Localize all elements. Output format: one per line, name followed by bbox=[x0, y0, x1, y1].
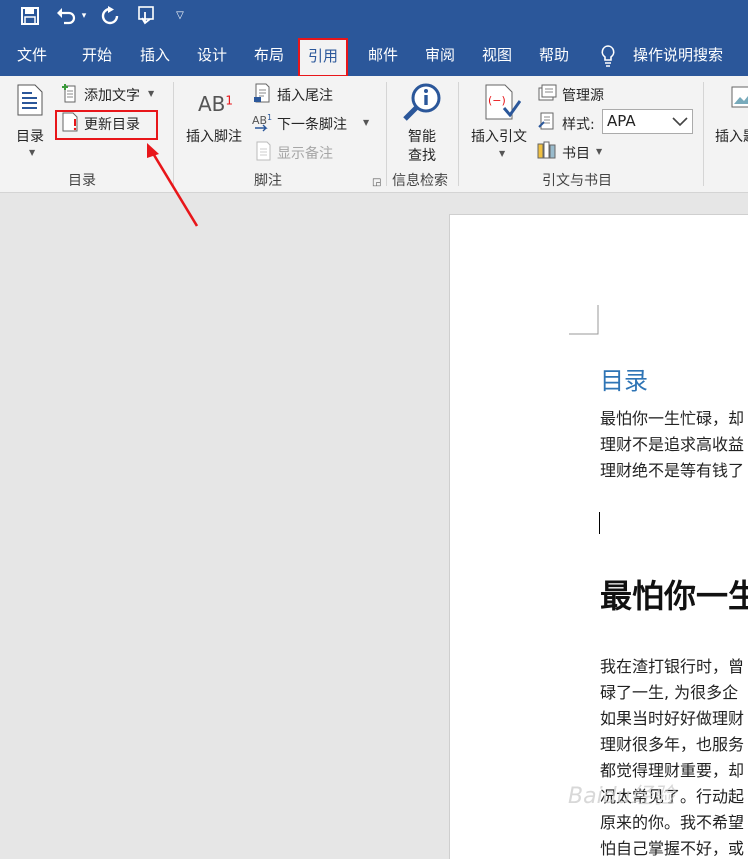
group-divider bbox=[386, 82, 387, 186]
insert-citation-icon[interactable]: (−) bbox=[485, 84, 522, 124]
tab-home[interactable]: 开始 bbox=[82, 34, 112, 76]
redo-icon[interactable] bbox=[99, 4, 121, 28]
chevron-down-icon bbox=[672, 117, 688, 127]
document-page[interactable]: 目录 最怕你一生忙碌，却 理财不是追求高收益 理财绝不是等有钱了 最怕你一生 我… bbox=[449, 214, 748, 859]
style-icon bbox=[538, 111, 558, 135]
undo-dropdown-icon[interactable]: ▾ bbox=[79, 4, 89, 28]
add-text-icon[interactable] bbox=[61, 83, 79, 107]
svg-text:(−): (−) bbox=[488, 94, 506, 107]
annotation-arrow bbox=[147, 143, 199, 227]
insert-endnote-icon[interactable] bbox=[253, 83, 271, 107]
citation-group-label: 引文与书目 bbox=[542, 173, 612, 189]
save-icon[interactable] bbox=[18, 4, 42, 28]
toc-icon[interactable] bbox=[17, 84, 43, 120]
body-line: 原来的你。我不希望 bbox=[600, 813, 745, 832]
next-footnote-dropdown-icon[interactable]: ▼ bbox=[363, 118, 369, 127]
title-bar: ▾ ▽ bbox=[0, 0, 748, 34]
toc-button[interactable]: 目录 bbox=[16, 126, 44, 146]
body-line: 碌了一生, 为很多企 bbox=[600, 683, 739, 702]
heading-1: 最怕你一生 bbox=[600, 577, 748, 615]
text-cursor bbox=[599, 512, 600, 534]
next-footnote-button[interactable]: 下一条脚注 bbox=[277, 114, 347, 134]
watermark-logo: Baidu经验 bbox=[568, 784, 675, 809]
tab-review[interactable]: 审阅 bbox=[425, 34, 455, 76]
body-line: 怕自己掌握不好，或 bbox=[600, 839, 745, 858]
margin-corner-mark bbox=[569, 305, 599, 335]
smart-lookup-line2[interactable]: 查找 bbox=[408, 145, 436, 165]
add-text-dropdown-icon[interactable]: ▼ bbox=[148, 89, 154, 98]
tab-references[interactable]: 引用 bbox=[297, 38, 349, 77]
svg-text:1: 1 bbox=[267, 113, 272, 122]
manage-sources-icon[interactable] bbox=[538, 83, 558, 107]
next-footnote-icon[interactable]: AB 1 bbox=[252, 112, 274, 136]
add-text-button[interactable]: 添加文字 bbox=[84, 85, 140, 105]
tab-layout[interactable]: 布局 bbox=[254, 34, 284, 76]
smart-lookup-line1[interactable]: 智能 bbox=[408, 126, 436, 146]
tab-insert[interactable]: 插入 bbox=[140, 34, 170, 76]
tab-file[interactable]: 文件 bbox=[17, 34, 47, 76]
update-toc-highlight bbox=[55, 110, 158, 140]
insert-footnote-icon[interactable]: AB1 bbox=[198, 92, 233, 116]
customize-qat-icon[interactable]: ▽ bbox=[172, 4, 188, 28]
bibliography-dropdown-icon[interactable]: ▼ bbox=[596, 147, 602, 156]
tab-view[interactable]: 视图 bbox=[482, 34, 512, 76]
body-line: 如果当时好好做理财 bbox=[600, 709, 745, 728]
bibliography-icon[interactable] bbox=[537, 140, 559, 164]
insert-citation-dropdown-icon[interactable]: ▼ bbox=[499, 149, 505, 158]
style-select[interactable]: APA bbox=[602, 109, 693, 134]
toc-group-label: 目录 bbox=[68, 173, 96, 189]
show-notes-button: 显示备注 bbox=[277, 146, 333, 162]
insert-citation-button[interactable]: 插入引文 bbox=[471, 126, 527, 146]
tell-me-icon[interactable] bbox=[600, 34, 616, 76]
insert-caption-button[interactable]: 插入题 bbox=[715, 126, 748, 146]
show-notes-icon bbox=[254, 141, 272, 165]
manage-sources-button[interactable]: 管理源 bbox=[562, 85, 604, 105]
group-divider bbox=[703, 82, 704, 186]
tab-design[interactable]: 设计 bbox=[197, 34, 227, 76]
touch-mode-icon[interactable] bbox=[135, 4, 157, 28]
toc-dropdown-icon[interactable]: ▼ bbox=[29, 148, 35, 157]
toc-line: 理财不是追求高收益 bbox=[600, 435, 745, 454]
style-label: 样式: bbox=[562, 117, 595, 133]
body-line: 我在渣打银行时，曾 bbox=[600, 657, 745, 676]
undo-icon[interactable] bbox=[55, 4, 77, 28]
style-select-value: APA bbox=[607, 112, 636, 130]
insert-endnote-button[interactable]: 插入尾注 bbox=[277, 85, 333, 105]
research-group-label: 信息检索 bbox=[392, 173, 448, 189]
ribbon-tabs: 文件 开始 插入 设计 布局 引用 邮件 审阅 视图 帮助 操作说明搜索 bbox=[0, 34, 748, 77]
insert-caption-icon[interactable] bbox=[731, 86, 748, 120]
footnote-dialog-launcher-icon[interactable]: ◲ bbox=[372, 177, 381, 188]
bibliography-button[interactable]: 书目 bbox=[562, 143, 590, 163]
toc-line: 理财绝不是等有钱了 bbox=[600, 461, 745, 480]
toc-line: 最怕你一生忙碌，却 bbox=[600, 409, 745, 428]
toc-heading: 目录 bbox=[600, 367, 648, 395]
tab-mailings[interactable]: 邮件 bbox=[368, 34, 398, 76]
group-divider bbox=[458, 82, 459, 186]
tell-me-search[interactable]: 操作说明搜索 bbox=[633, 34, 723, 76]
smart-lookup-icon[interactable] bbox=[402, 82, 444, 126]
body-line: 理财很多年，也服务 bbox=[600, 735, 745, 754]
svg-text:AB: AB bbox=[252, 114, 267, 127]
footnote-group-label: 脚注 bbox=[254, 173, 282, 189]
tab-help[interactable]: 帮助 bbox=[539, 34, 569, 76]
